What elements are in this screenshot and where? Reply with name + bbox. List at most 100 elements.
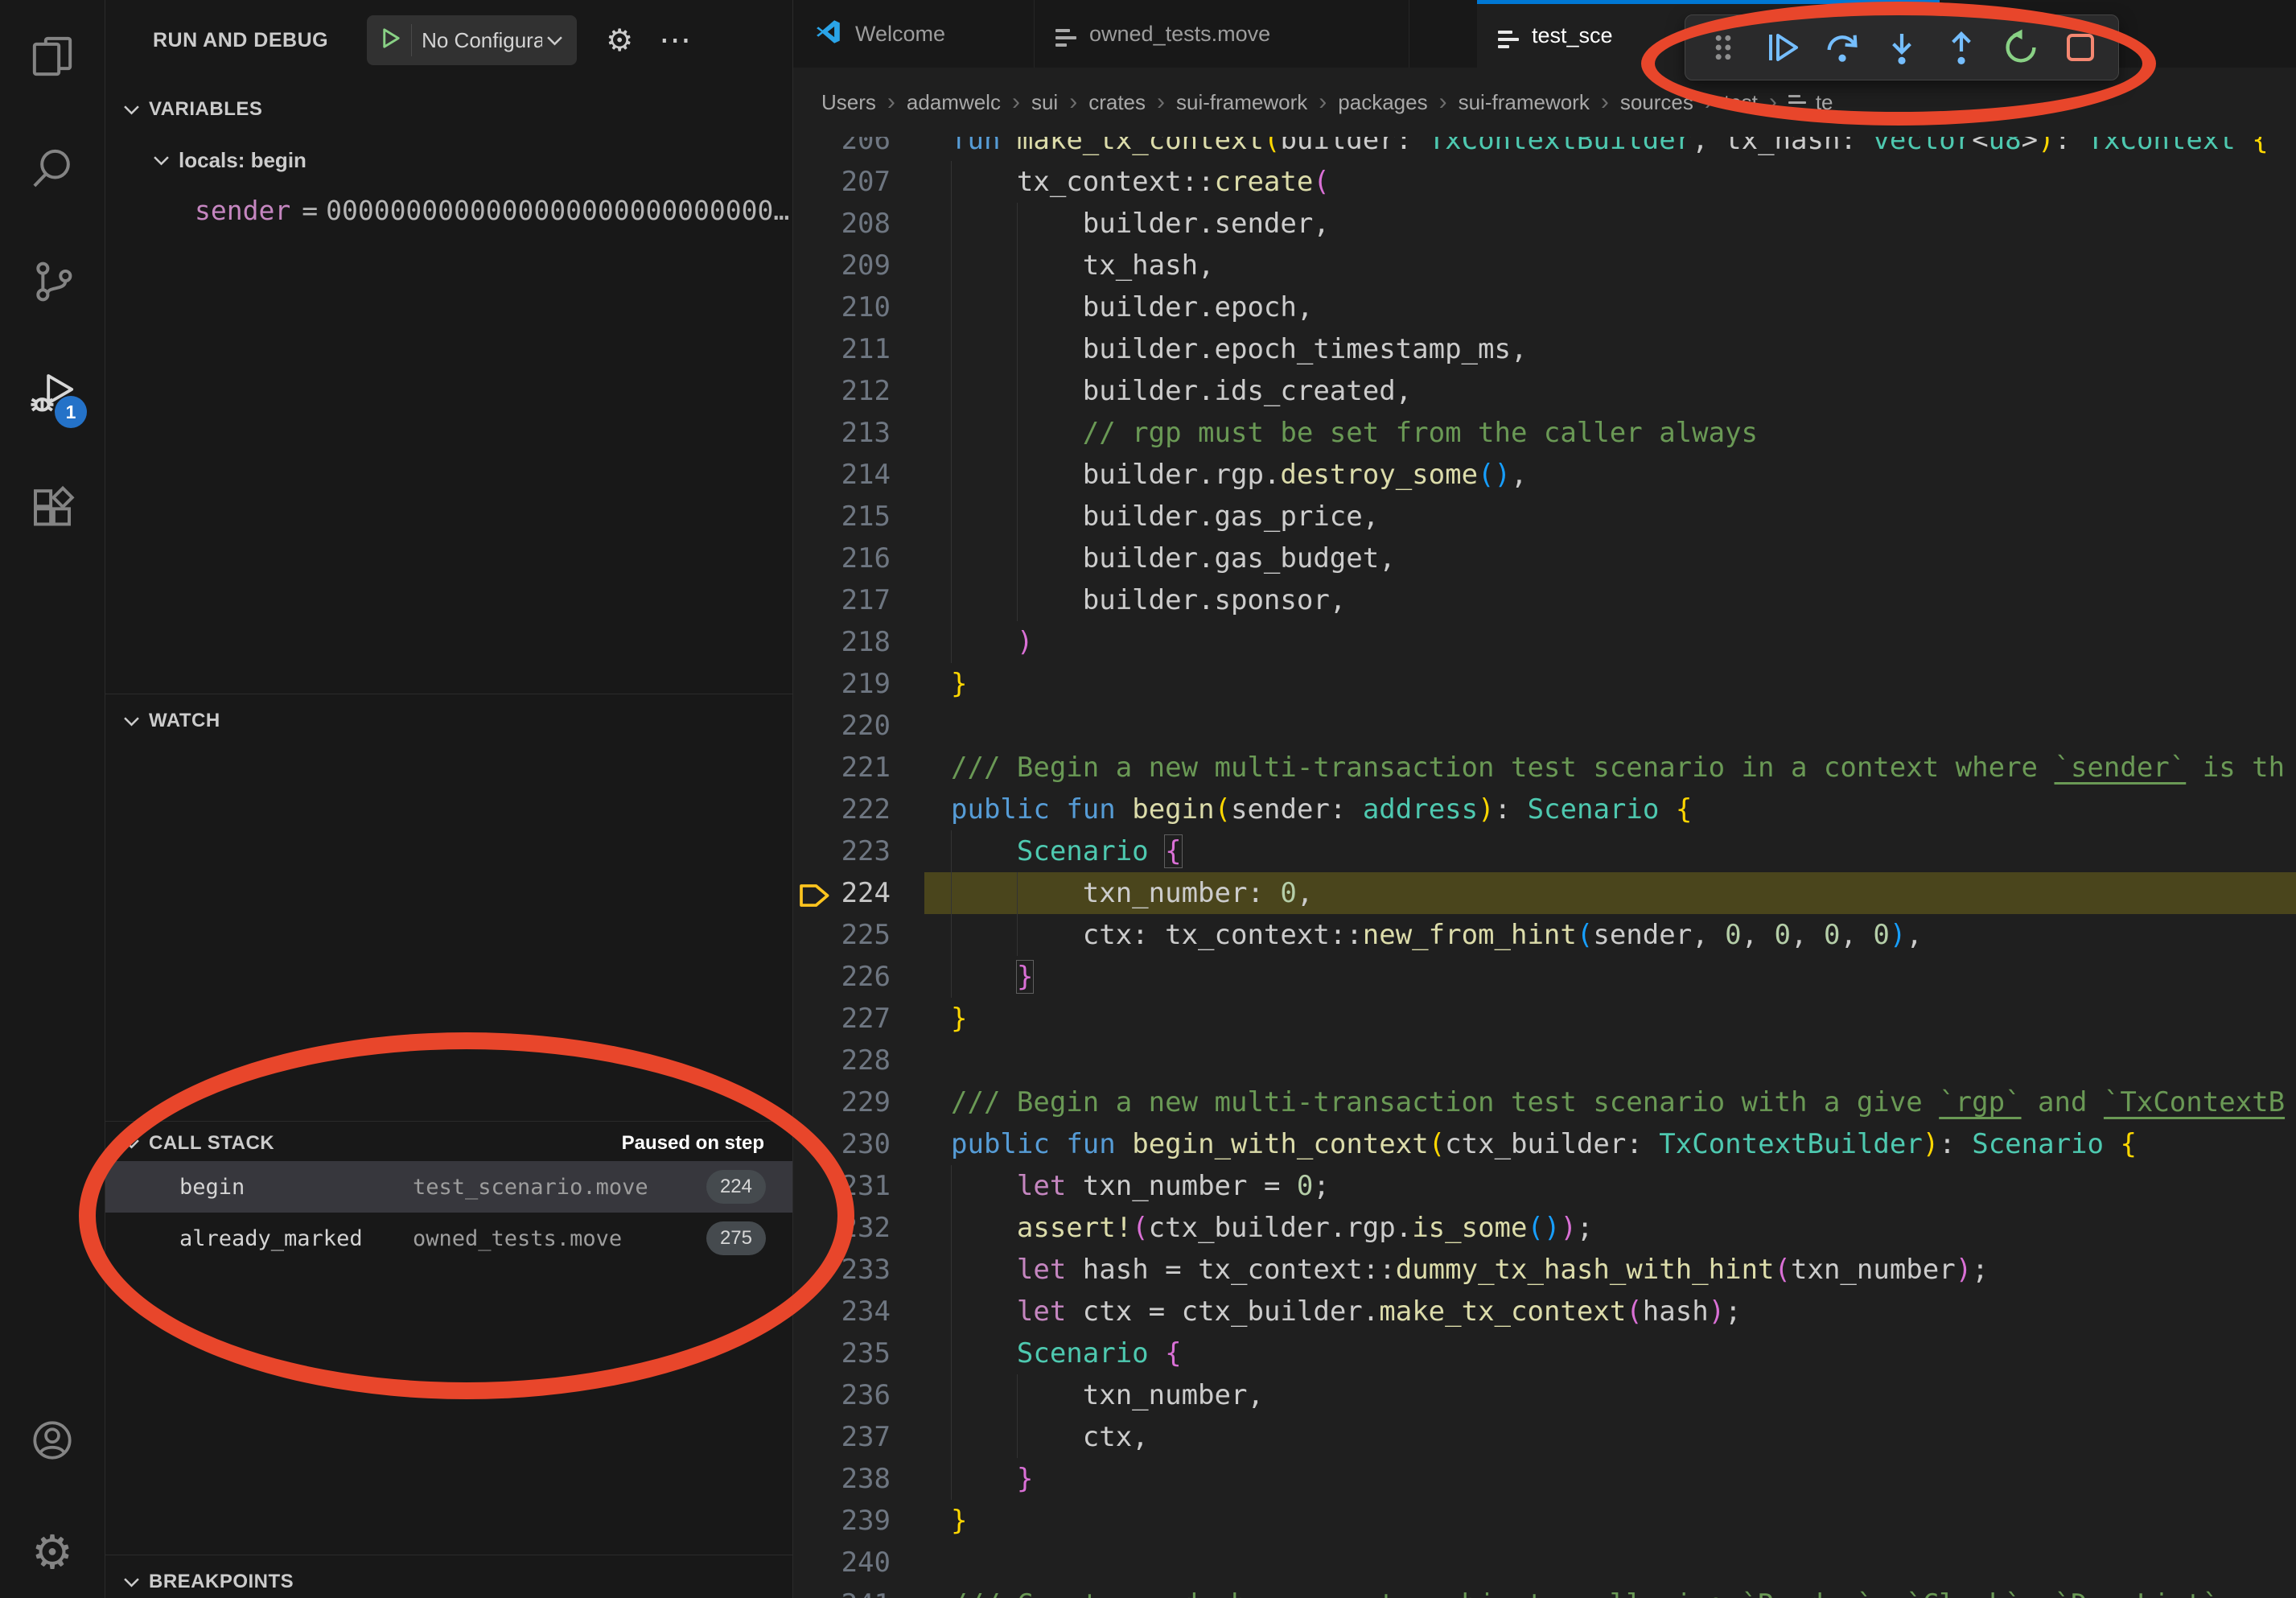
breadcrumb-item[interactable]: sui-framework [1459, 90, 1590, 115]
breadcrumb-item[interactable]: sources [1620, 90, 1693, 115]
indent-guide [951, 1165, 952, 1207]
explorer-icon[interactable] [0, 0, 105, 113]
line-content: txn_number: 0, [924, 872, 2296, 914]
restart-button[interactable] [1998, 24, 2044, 71]
line-number[interactable]: 206 [793, 137, 891, 161]
line-number[interactable]: 209 [793, 245, 891, 286]
gear-icon[interactable]: ⚙ [606, 23, 633, 59]
line-number[interactable]: 221 [793, 747, 891, 789]
line-number[interactable]: 229 [793, 1081, 891, 1123]
line-number[interactable]: 220 [793, 705, 891, 747]
line-number[interactable]: 239 [793, 1500, 891, 1542]
code-line-234: 234 let ctx = ctx_builder.make_tx_contex… [793, 1291, 2296, 1332]
line-number[interactable]: 241 [793, 1584, 891, 1598]
stop-button[interactable] [2057, 24, 2104, 71]
line-number[interactable]: 228 [793, 1040, 891, 1081]
line-content: tx_context::create( [924, 161, 2296, 203]
code-line-210: 210 builder.epoch, [793, 286, 2296, 328]
variable-row[interactable]: sender = 0000000000000000000000000000… [105, 187, 792, 233]
line-number[interactable]: 222 [793, 789, 891, 830]
line-number[interactable]: 226 [793, 956, 891, 998]
breadcrumb-item[interactable]: crates [1088, 90, 1146, 115]
indent-guide [1017, 1416, 1018, 1458]
call-stack-section-header[interactable]: CALL STACK Paused on step [105, 1125, 792, 1162]
settings-icon[interactable]: ⚙ [0, 1497, 105, 1598]
breadcrumb-item[interactable]: Users [821, 90, 876, 115]
line-number[interactable]: 207 [793, 161, 891, 203]
code-line-241: 241/// Creates and shares system objects… [793, 1584, 2296, 1598]
code-line-235: 235 Scenario { [793, 1332, 2296, 1374]
line-number[interactable]: 215 [793, 496, 891, 537]
step-out-button[interactable] [1938, 24, 1985, 71]
line-number[interactable]: 212 [793, 370, 891, 412]
line-content: ) [924, 621, 2296, 663]
line-number[interactable]: 240 [793, 1542, 891, 1584]
indent-guide [951, 1332, 952, 1374]
breadcrumb-file-item[interactable]: te [1788, 90, 1833, 115]
code-line-207: 207 tx_context::create( [793, 161, 2296, 203]
line-number[interactable]: 218 [793, 621, 891, 663]
run-and-debug-icon[interactable]: 1 [0, 338, 105, 451]
indent-guide [951, 914, 952, 956]
line-content: } [924, 956, 2296, 998]
indent-guide [951, 1207, 952, 1249]
line-number[interactable]: 216 [793, 537, 891, 579]
variables-section-header[interactable]: VARIABLES [105, 87, 792, 132]
line-number[interactable]: 211 [793, 328, 891, 370]
line-number[interactable]: 234 [793, 1291, 891, 1332]
line-content: Scenario { [924, 1332, 2296, 1374]
line-number[interactable]: 223 [793, 830, 891, 872]
indent-guide [951, 286, 952, 328]
line-number[interactable]: 214 [793, 454, 891, 496]
line-number[interactable]: 230 [793, 1123, 891, 1165]
vscode-logo-icon [814, 18, 842, 50]
variables-scope-row[interactable]: locals: begin [105, 137, 792, 183]
continue-button[interactable] [1759, 24, 1806, 71]
line-number[interactable]: 224 [793, 872, 891, 914]
account-icon[interactable] [0, 1384, 105, 1497]
activity-bar: 1 ⚙ [0, 0, 105, 1598]
line-number[interactable]: 233 [793, 1249, 891, 1291]
line-number[interactable]: 232 [793, 1207, 891, 1249]
search-icon[interactable] [0, 113, 105, 225]
code-editor[interactable]: 206fun make_tx_context(builder: TxContex… [793, 137, 2296, 1598]
line-number[interactable]: 235 [793, 1332, 891, 1374]
code-line-237: 237 ctx, [793, 1416, 2296, 1458]
call-stack-frame[interactable]: already_markedowned_tests.move275 [105, 1213, 792, 1264]
line-number[interactable]: 238 [793, 1458, 891, 1500]
frame-function: begin [179, 1175, 413, 1200]
indent-guide [951, 537, 952, 579]
indent-guide [951, 830, 952, 872]
breadcrumb-item[interactable]: packages [1338, 90, 1427, 115]
step-into-button[interactable] [1878, 24, 1925, 71]
breadcrumb-item[interactable]: adamwelc [907, 90, 1001, 115]
step-over-button[interactable] [1819, 24, 1866, 71]
extensions-icon[interactable] [0, 451, 105, 563]
line-number[interactable]: 236 [793, 1374, 891, 1416]
code-line-223: 223 Scenario { [793, 830, 2296, 872]
line-number[interactable]: 227 [793, 998, 891, 1040]
breadcrumb-item[interactable]: sui-framework [1176, 90, 1307, 115]
watch-section-header[interactable]: WATCH [105, 698, 792, 743]
line-number[interactable]: 208 [793, 203, 891, 245]
launch-configuration-dropdown[interactable]: No Configura [367, 15, 577, 65]
line-number[interactable]: 225 [793, 914, 891, 956]
line-number[interactable]: 231 [793, 1165, 891, 1207]
line-number[interactable]: 217 [793, 579, 891, 621]
indent-guide [951, 872, 952, 914]
drag-handle-icon[interactable] [1700, 24, 1747, 71]
run-and-debug-sidebar: RUN AND DEBUG No Configura ⚙ ⋯ VARIABLES… [105, 0, 792, 1598]
line-number[interactable]: 219 [793, 663, 891, 705]
tab-owned_tests.move[interactable]: owned_tests.move [1035, 0, 1409, 68]
breadcrumb-item[interactable]: test [1724, 90, 1758, 115]
chevron-down-icon [121, 1133, 142, 1155]
line-number[interactable]: 213 [793, 412, 891, 454]
tab-Welcome[interactable]: Welcome [793, 0, 1035, 68]
code-line-224: 224 txn_number: 0, [793, 872, 2296, 914]
line-number[interactable]: 210 [793, 286, 891, 328]
breakpoints-section-header[interactable]: BREAKPOINTS [105, 1559, 792, 1598]
breadcrumb-item[interactable]: sui [1031, 90, 1058, 115]
line-number[interactable]: 237 [793, 1416, 891, 1458]
source-control-icon[interactable] [0, 225, 105, 338]
call-stack-frame[interactable]: begintest_scenario.move224 [105, 1161, 792, 1213]
